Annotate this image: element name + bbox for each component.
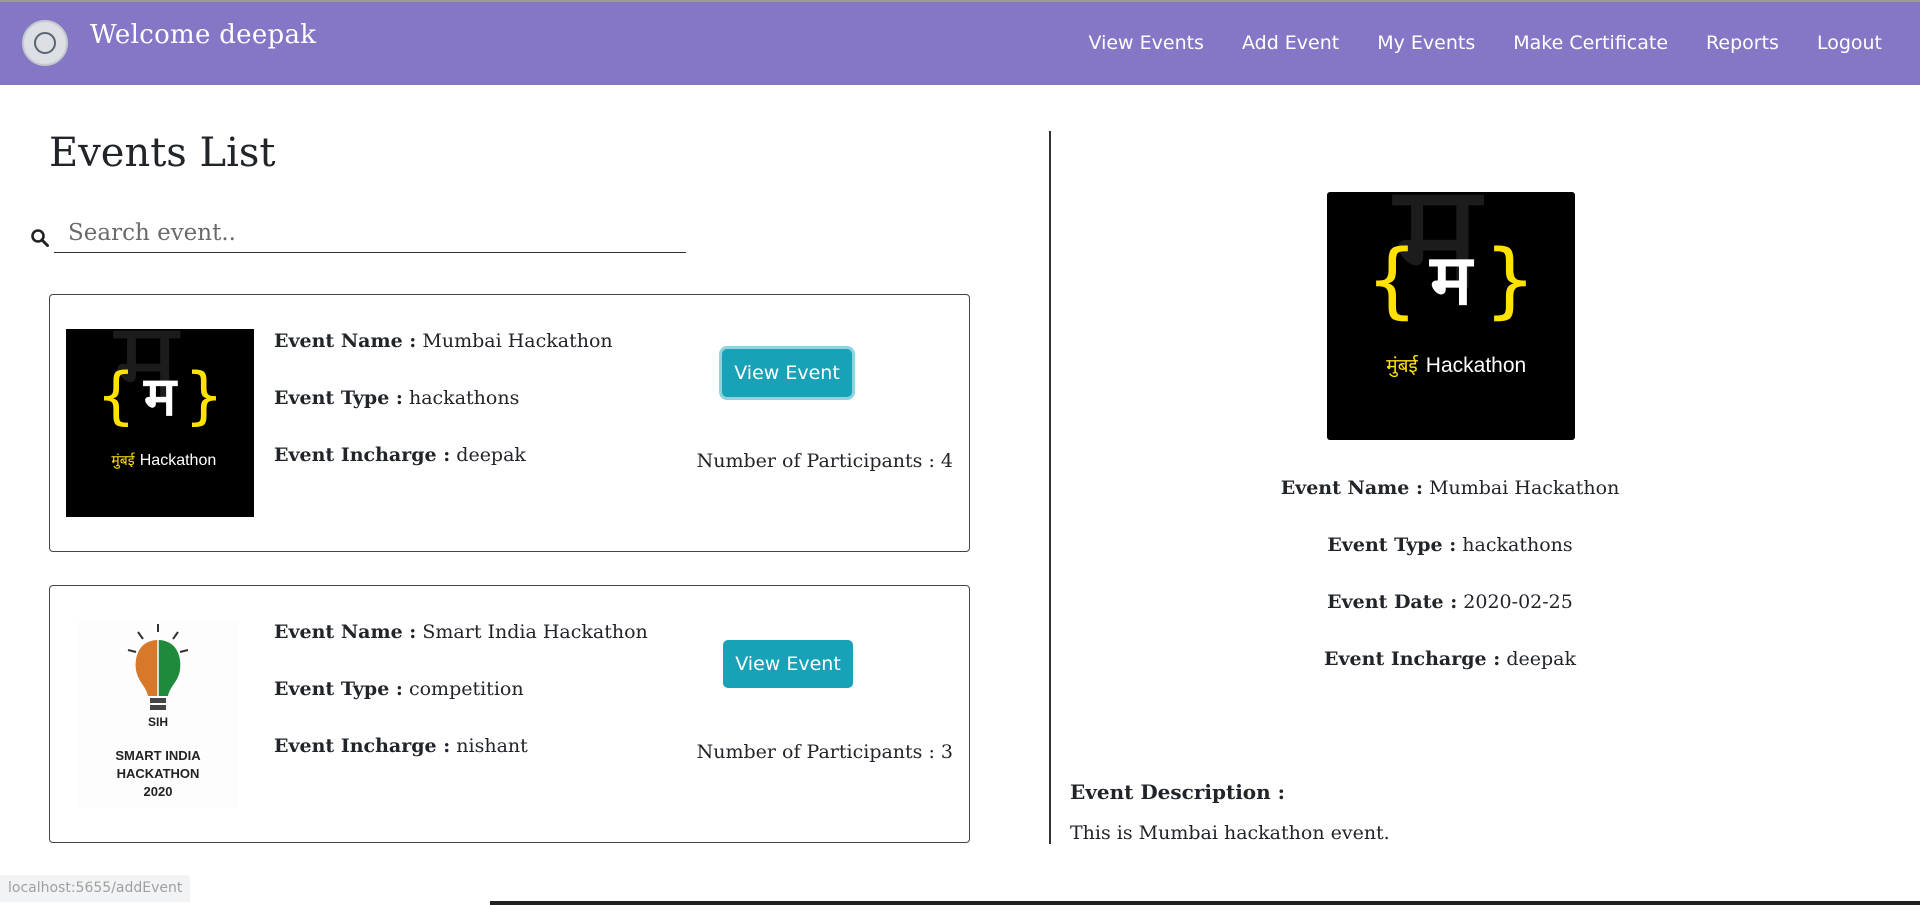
event-incharge-value: deepak [456, 444, 526, 466]
view-event-button[interactable]: View Event [723, 640, 853, 688]
svg-text:{: { [1366, 233, 1418, 328]
event-card: म { } म मुंबई Hackathon Event Name : Mum… [49, 294, 970, 552]
svg-text:मुंबई: मुंबई [1386, 354, 1419, 378]
svg-text:म: म [1428, 239, 1474, 321]
svg-text:म: म [143, 365, 178, 428]
svg-text:2020: 2020 [144, 784, 173, 799]
detail-type-label: Event Type : [1327, 534, 1457, 556]
smart-india-hackathon-logo-icon: SIH SMART INDIA HACKATHON 2020 [78, 620, 238, 808]
welcome-brand: Welcome deepak [90, 20, 317, 50]
search-input[interactable] [54, 213, 686, 253]
event-type-row: Event Type : competition [274, 679, 648, 700]
search-icon [31, 229, 49, 247]
event-type-row: Event Type : hackathons [274, 388, 613, 409]
event-name-row: Event Name : Smart India Hackathon [274, 622, 648, 643]
detail-date-row: Event Date : 2020-02-25 [1052, 591, 1848, 613]
taskbar-edge [490, 901, 1920, 905]
svg-text:मुंबई: मुंबई [111, 452, 135, 469]
svg-text:Hackathon: Hackathon [1426, 354, 1526, 377]
event-fields: Event Name : Mumbai Hackathon Event Type… [274, 331, 613, 502]
event-incharge-value: nishant [456, 735, 528, 757]
nav-logout[interactable]: Logout [1817, 32, 1882, 54]
svg-text:}: } [184, 359, 223, 432]
svg-text:Hackathon: Hackathon [140, 452, 217, 469]
detail-incharge-value: deepak [1506, 648, 1576, 670]
svg-text:HACKATHON: HACKATHON [117, 766, 200, 781]
detail-type-value: hackathons [1462, 534, 1573, 556]
event-incharge-row: Event Incharge : deepak [274, 445, 613, 466]
description-text: This is Mumbai hackathon event. [1070, 822, 1390, 844]
event-card: SIH SMART INDIA HACKATHON 2020 Event Nam… [49, 585, 970, 843]
participants-count: Number of Participants : 4 [696, 450, 953, 472]
event-type-label: Event Type : [274, 678, 403, 700]
nav-links: View Events Add Event My Events Make Cer… [1089, 32, 1883, 54]
nav-reports[interactable]: Reports [1706, 32, 1779, 54]
event-name-value: Mumbai Hackathon [422, 330, 613, 352]
event-name-value: Smart India Hackathon [422, 621, 648, 643]
event-detail-panel: म { } म मुंबई Hackathon Event Name : Mum… [1052, 85, 1920, 905]
svg-text:{: { [96, 359, 135, 432]
description-label: Event Description : [1070, 780, 1286, 804]
detail-incharge-row: Event Incharge : deepak [1052, 648, 1848, 670]
event-name-row: Event Name : Mumbai Hackathon [274, 331, 613, 352]
event-incharge-label: Event Incharge : [274, 444, 451, 466]
browser-status-url: localhost:5655/addEvent [0, 875, 191, 902]
event-name-label: Event Name : [274, 621, 417, 643]
detail-type-row: Event Type : hackathons [1052, 534, 1848, 556]
svg-text:SMART INDIA: SMART INDIA [115, 748, 201, 763]
detail-name-row: Event Name : Mumbai Hackathon [1052, 477, 1848, 499]
event-incharge-row: Event Incharge : nishant [274, 736, 648, 757]
view-event-button[interactable]: View Event [722, 349, 852, 397]
nav-add-event[interactable]: Add Event [1242, 32, 1339, 54]
event-type-label: Event Type : [274, 387, 403, 409]
college-logo-icon [22, 20, 68, 66]
nav-make-certificate[interactable]: Make Certificate [1513, 32, 1668, 54]
detail-incharge-label: Event Incharge : [1324, 648, 1501, 670]
event-name-label: Event Name : [274, 330, 417, 352]
event-type-value: competition [408, 678, 524, 700]
page-title: Events List [49, 130, 276, 176]
participants-count: Number of Participants : 3 [696, 741, 953, 763]
mumbai-hackathon-logo-icon: म { } म मुंबई Hackathon [66, 297, 254, 517]
detail-name-value: Mumbai Hackathon [1429, 477, 1620, 499]
event-detail-image: म { } म मुंबई Hackathon [1327, 192, 1575, 440]
svg-text:}: } [1484, 233, 1536, 328]
top-navbar: Welcome deepak View Events Add Event My … [0, 0, 1920, 85]
column-divider [1049, 131, 1051, 844]
event-thumbnail: SIH SMART INDIA HACKATHON 2020 [66, 620, 254, 808]
event-fields: Event Name : Smart India Hackathon Event… [274, 622, 648, 793]
detail-date-label: Event Date : [1327, 591, 1458, 613]
svg-text:SIH: SIH [148, 715, 168, 729]
event-type-value: hackathons [408, 387, 520, 409]
mumbai-hackathon-logo-icon: म { } म मुंबई Hackathon [1327, 192, 1575, 440]
nav-my-events[interactable]: My Events [1377, 32, 1475, 54]
detail-date-value: 2020-02-25 [1463, 591, 1573, 613]
events-list-panel: Events List म { } म मुंबई Hackathon Even… [0, 85, 1048, 905]
nav-view-events[interactable]: View Events [1089, 32, 1204, 54]
event-thumbnail: म { } म मुंबई Hackathon [66, 297, 254, 517]
detail-name-label: Event Name : [1280, 477, 1424, 499]
event-incharge-label: Event Incharge : [274, 735, 451, 757]
